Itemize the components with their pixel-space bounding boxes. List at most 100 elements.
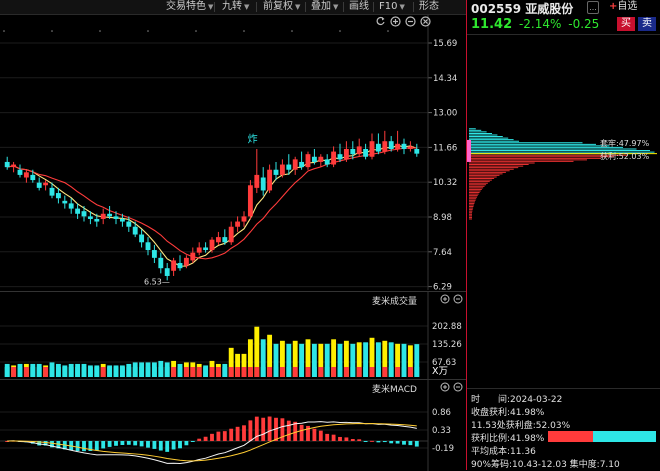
volume-bar[interactable] — [222, 363, 228, 377]
volume-bar[interactable] — [62, 365, 68, 377]
volume-bar[interactable] — [395, 343, 401, 377]
candlestick[interactable] — [279, 159, 285, 178]
volume-bar[interactable] — [228, 347, 234, 377]
volume-bar[interactable] — [171, 360, 177, 377]
volume-bar[interactable] — [350, 343, 356, 377]
volume-bar[interactable] — [279, 340, 285, 377]
candlestick[interactable] — [23, 169, 29, 183]
volume-bar[interactable] — [318, 343, 324, 377]
candlestick[interactable] — [292, 156, 298, 175]
candlestick[interactable] — [171, 257, 177, 276]
candlestick[interactable] — [260, 167, 266, 196]
volume-bar[interactable] — [49, 362, 55, 377]
volume-bar[interactable] — [356, 342, 362, 377]
macd-panel[interactable]: 麦米MACD 0.86 0.33 -0.19 — [0, 379, 466, 471]
candlestick[interactable] — [62, 195, 68, 209]
more-button[interactable]: ... — [587, 1, 599, 14]
buy-button[interactable]: 买 — [617, 17, 635, 31]
volume-panel[interactable]: 麦米成交量 202.88 135.26 67.63 X万 — [0, 291, 466, 379]
candlestick[interactable] — [177, 255, 183, 271]
candlestick[interactable] — [318, 154, 324, 168]
toolbar-button-pattern[interactable]: 形态 — [415, 0, 443, 14]
candlestick[interactable] — [139, 229, 145, 248]
candlestick[interactable] — [235, 216, 241, 232]
sell-button[interactable]: 卖 — [638, 17, 656, 31]
candlestick[interactable] — [241, 211, 247, 227]
toolbar-button-adjust[interactable]: 前复权 ▼ — [259, 0, 304, 14]
candlestick[interactable] — [151, 244, 157, 264]
volume-bar[interactable] — [311, 343, 317, 377]
volume-bar[interactable] — [100, 363, 106, 377]
macd-chart[interactable]: 0.86 0.33 -0.19 — [0, 380, 466, 471]
candlestick[interactable] — [388, 136, 394, 152]
volume-bar[interactable] — [119, 365, 125, 377]
volume-bar[interactable] — [292, 340, 298, 377]
kline-chart[interactable]: 15.69 14.34 13.00 11.66 10.32 8.98 7.64 6.29 6.5… — [0, 15, 466, 290]
candlestick[interactable] — [247, 180, 253, 219]
candlestick[interactable] — [209, 237, 215, 253]
candlestick[interactable] — [414, 143, 420, 157]
volume-bar[interactable] — [4, 363, 10, 377]
volume-bar[interactable] — [36, 363, 42, 377]
zoom-in-icon[interactable] — [390, 16, 401, 27]
candlestick[interactable] — [337, 143, 343, 162]
candlestick[interactable] — [305, 151, 311, 170]
toolbar-button-draw[interactable]: 画线 — [345, 0, 373, 14]
volume-bar[interactable] — [305, 339, 311, 377]
volume-bar[interactable] — [145, 362, 151, 377]
candlestick[interactable] — [395, 130, 401, 152]
candlestick[interactable] — [145, 237, 151, 256]
volume-bar[interactable] — [55, 363, 61, 377]
candlestick[interactable] — [68, 198, 74, 214]
volume-bar[interactable] — [94, 365, 100, 377]
candlestick[interactable] — [215, 231, 221, 245]
candlestick[interactable] — [4, 156, 10, 170]
volume-bar[interactable] — [407, 345, 413, 377]
volume-bar[interactable] — [363, 342, 369, 377]
volume-bar[interactable] — [209, 360, 215, 377]
volume-bar[interactable] — [30, 363, 36, 377]
candlestick[interactable] — [331, 146, 337, 168]
volume-bar[interactable] — [158, 360, 164, 377]
toolbar-button-nine-turn[interactable]: 九转 ▼ — [218, 0, 253, 14]
candlestick[interactable] — [299, 151, 305, 170]
volume-bar[interactable] — [260, 339, 266, 377]
volume-bar[interactable] — [196, 363, 202, 377]
volume-chart[interactable]: 202.88135.2667.63X万 — [0, 292, 466, 379]
volume-bar[interactable] — [151, 362, 157, 377]
candlestick[interactable] — [369, 133, 375, 160]
volume-bar[interactable] — [11, 365, 17, 377]
volume-bar[interactable] — [164, 362, 170, 377]
volume-bar[interactable] — [126, 363, 132, 377]
refresh-icon[interactable] — [375, 16, 386, 27]
volume-bar[interactable] — [241, 353, 247, 377]
volume-bar[interactable] — [375, 342, 381, 377]
candlestick[interactable] — [254, 148, 260, 194]
volume-bar[interactable] — [177, 363, 183, 377]
close-icon[interactable] — [420, 16, 431, 27]
volume-bar[interactable] — [299, 343, 305, 377]
volume-bar[interactable] — [235, 353, 241, 377]
candlestick[interactable] — [401, 138, 407, 155]
volume-bar[interactable] — [139, 362, 145, 377]
candlestick[interactable] — [158, 252, 164, 274]
candlestick[interactable] — [356, 138, 362, 157]
volume-bar[interactable] — [267, 334, 273, 377]
volume-bar[interactable] — [68, 363, 74, 377]
add-watchlist-button[interactable]: +自选 — [606, 1, 640, 13]
volume-bar[interactable] — [337, 343, 343, 377]
candlestick[interactable] — [132, 221, 138, 238]
toolbar-button-f10[interactable]: F10 ▼ — [375, 0, 409, 14]
candlestick[interactable] — [343, 141, 349, 162]
candlestick[interactable] — [100, 208, 106, 225]
volume-bar[interactable] — [215, 363, 221, 377]
volume-bar[interactable] — [286, 343, 292, 377]
candlestick[interactable] — [350, 141, 356, 160]
candlestick[interactable] — [81, 206, 87, 222]
volume-bar[interactable] — [113, 365, 119, 377]
volume-bar[interactable] — [23, 363, 29, 377]
volume-bar[interactable] — [254, 326, 260, 377]
candlestick[interactable] — [11, 161, 17, 173]
volume-bar[interactable] — [414, 344, 420, 377]
volume-bar[interactable] — [81, 363, 87, 377]
